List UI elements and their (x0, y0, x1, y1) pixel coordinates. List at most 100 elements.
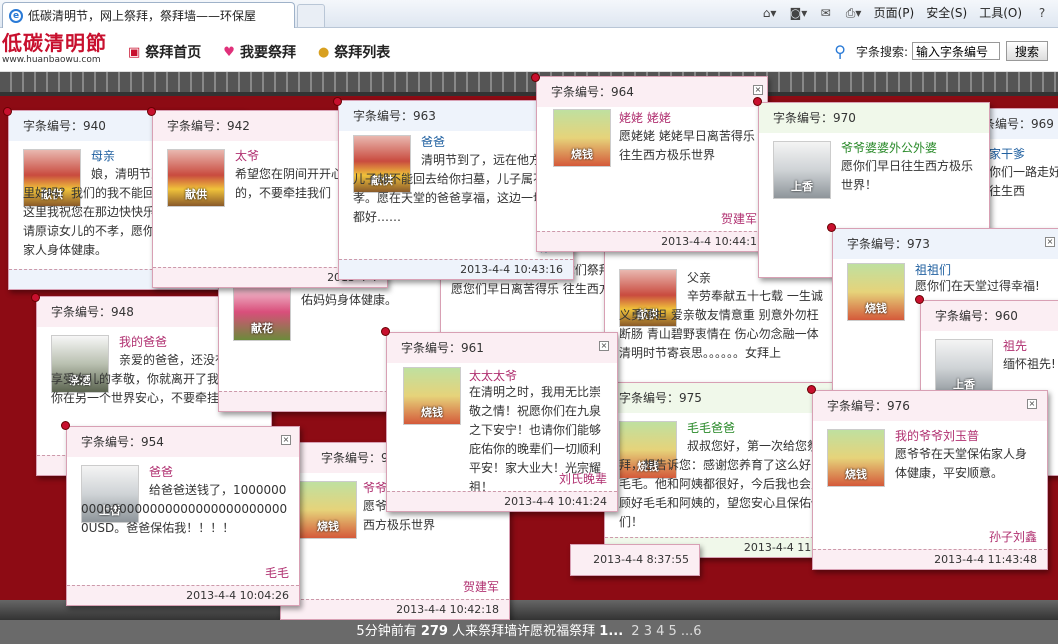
note-message: 愿你们在天堂过得幸福! (915, 279, 1040, 293)
offering-image: 烧钱 (403, 367, 461, 425)
pin-icon (808, 386, 815, 393)
tools-menu[interactable]: 工具(O) (979, 4, 1022, 21)
site-logo[interactable]: 低碳清明節 www.huanbaowu.com (2, 32, 118, 66)
pagination[interactable]: 2 3 4 5 ...6 (631, 624, 701, 639)
note-signature: 孙子刘鑫 (988, 530, 1037, 544)
note-message: 辛劳奉献五十七载 一生诚义勇承担 爱亲敬友情意重 别意外勿枉断肠 青山碧野衷情在… (619, 289, 823, 360)
close-icon[interactable]: × (1045, 237, 1055, 247)
pin-icon (532, 74, 539, 81)
note-signature: 贺建军 (462, 580, 499, 594)
pin-icon (916, 296, 923, 303)
rss-icon[interactable]: ◙▾ (790, 6, 808, 20)
magnifier-icon: ⚲ (834, 41, 846, 61)
pin-icon (148, 108, 155, 115)
note-message: 愿你们早日往生西方极乐世界！ (841, 159, 974, 192)
help-icon[interactable]: ? (1034, 6, 1050, 20)
close-icon[interactable]: × (281, 435, 291, 445)
note-message: 愿爷爷在天堂保佑家人身体健康，平安顺意。 (895, 447, 1028, 480)
note-time: 2013-4-4 8:37:55 (571, 545, 699, 575)
note-recipient: 父亲 (687, 271, 712, 285)
new-tab-button[interactable] (297, 4, 325, 28)
note-recipient: 爸爸 (421, 135, 446, 149)
note-recipient: 祖先 (1003, 339, 1028, 353)
worship-wall: 字条编号：940 献供 母亲 娘，清明节到了，你在那里好吗？我们的我不能回去陪你… (0, 72, 1058, 620)
note-message: 清明节到了，远在他方的儿子却不能回去给你扫墓，儿子属不孝。愿在天堂的爸爸享福，这… (353, 153, 558, 224)
page-menu[interactable]: 页面(P) (874, 4, 915, 21)
note-recipient: 母亲 (91, 149, 116, 163)
close-icon[interactable]: × (1027, 399, 1037, 409)
note-search: ⚲ 字条搜索: 搜索 (834, 41, 1048, 61)
close-icon[interactable]: × (599, 341, 609, 351)
offering-image: 献供 (167, 149, 225, 207)
pin-icon (334, 98, 341, 105)
note-message: 佑妈妈身体健康。 (301, 293, 398, 307)
current-page[interactable]: 1... (599, 624, 623, 639)
note-signature: 毛毛 (264, 566, 289, 580)
note-number: 字条编号：975 (605, 383, 839, 413)
note-signature: 贺建军 (720, 212, 757, 226)
note-number: 字条编号：973 (833, 229, 1058, 259)
note-recipient: 姥姥 姥姥 (619, 111, 671, 125)
note-card[interactable]: 字条编号：975 烧钱 毛毛爸爸 叔叔您好，第一次给您祭拜，想告诉您：感谢您养育… (604, 382, 840, 558)
note-card[interactable]: 字条编号：954 × 上香 爸爸 给爸爸送钱了，1000000000000000… (66, 426, 300, 606)
offering-image: 献花 (233, 283, 291, 341)
offering-image: 烧钱 (299, 481, 357, 539)
logo-url: www.huanbaowu.com (2, 54, 118, 66)
search-input[interactable] (911, 42, 1000, 60)
ie-icon: e (9, 8, 23, 23)
visitor-suffix: 人来祭拜墙许愿祝福祭拜 (452, 624, 596, 639)
note-number: 字条编号：964 (537, 77, 767, 107)
offering-image: 烧钱 (553, 109, 611, 167)
chat-icon: ● (317, 44, 330, 60)
footer-bar: 5分钟前有 279 人来祭拜墙许愿祝福祭拜 1... 2 3 4 5 ...6 (0, 620, 1058, 644)
safety-menu[interactable]: 安全(S) (926, 4, 967, 21)
nav-home[interactable]: ▣ 祭拜首页 (128, 42, 201, 62)
note-card[interactable]: 2013-4-4 8:37:55 (570, 544, 700, 576)
pin-icon (4, 108, 11, 115)
note-recipient: 我的爸爸 (119, 335, 168, 349)
note-recipient: 爸爸 (149, 465, 174, 479)
logo-name: 低碳清明節 (2, 31, 107, 55)
offering-image: 烧钱 (827, 429, 885, 487)
home-icon: ▣ (128, 44, 141, 60)
note-recipient: 毛毛爸爸 (687, 421, 736, 435)
pin-icon (754, 98, 761, 105)
tab-title: 低碳清明节，网上祭拜，祭拜墙——环保屋 (28, 9, 257, 23)
nav-list[interactable]: ● 祭拜列表 (318, 42, 390, 62)
note-card[interactable]: 字条编号：976 × 烧钱 我的爷爷刘玉普 愿爷爷在天堂保佑家人身体健康，平安顺… (812, 390, 1048, 570)
note-card[interactable]: 字条编号：964 × 烧钱 姥姥 姥姥 愿姥姥 姥姥早日离苦得乐 往生西方极乐世… (536, 76, 768, 252)
search-label: 字条搜索: (855, 44, 908, 59)
browser-chrome: e 低碳清明节，网上祭拜，祭拜墙——环保屋 ⌂▾ ◙▾ ✉ ⎙▾ 页面(P) 安… (0, 0, 1058, 28)
pin-icon (382, 328, 389, 335)
browser-toolbar: ⌂▾ ◙▾ ✉ ⎙▾ 页面(P) 安全(S) 工具(O) ? (762, 4, 1050, 21)
note-message: 给爸爸送钱了，100000000000000000000000000000000… (81, 483, 288, 535)
note-recipient: 爷爷 (363, 481, 388, 495)
note-number: 字条编号：954 (67, 427, 299, 457)
print-icon[interactable]: ⎙▾ (846, 6, 862, 20)
site-header: 低碳清明節 www.huanbaowu.com ▣ 祭拜首页 ♥ 我要祭拜 ● 祭拜列… (0, 28, 1058, 72)
nav-worship[interactable]: ♥ 我要祭拜 (223, 42, 296, 62)
note-recipient: 太太太爷 (469, 369, 518, 383)
pin-icon (62, 422, 69, 429)
note-card[interactable]: 字条编号：961 × 烧钱 太太太爷 在清明之时，我用无比崇敬之情！祝愿你们在九… (386, 332, 618, 512)
mail-icon[interactable]: ✉ (818, 6, 834, 20)
visitor-prefix: 5分钟前有 (356, 624, 417, 639)
close-icon[interactable]: × (753, 85, 763, 95)
note-message: 叔叔您好，第一次给您祭拜，想告诉您：感谢您养育了这么好的毛毛。他和阿姨都很好，今… (619, 439, 824, 529)
note-recipient: 太爷 (235, 149, 260, 163)
visitor-count: 279 (420, 624, 448, 639)
heart-icon: ♥ (223, 44, 235, 60)
note-number: 字条编号：960 (921, 301, 1058, 331)
pin-icon (828, 224, 835, 231)
browser-tab[interactable]: e 低碳清明节，网上祭拜，祭拜墙——环保屋 (2, 2, 295, 28)
roof-tiles (0, 72, 1058, 96)
note-recipient: 我的爷爷刘玉普 (895, 429, 980, 443)
pin-icon (32, 294, 39, 301)
home-icon[interactable]: ⌂▾ (762, 6, 778, 20)
note-signature: 刘氏晚辈 (558, 472, 607, 486)
main-nav: ▣ 祭拜首页 ♥ 我要祭拜 ● 祭拜列表 (128, 42, 390, 62)
search-button[interactable]: 搜索 (1005, 41, 1048, 61)
note-time: 2013-4-4 10:41:24 (387, 491, 617, 511)
offering-image: 上香 (935, 339, 993, 397)
offering-image: 烧钱 (847, 263, 905, 321)
